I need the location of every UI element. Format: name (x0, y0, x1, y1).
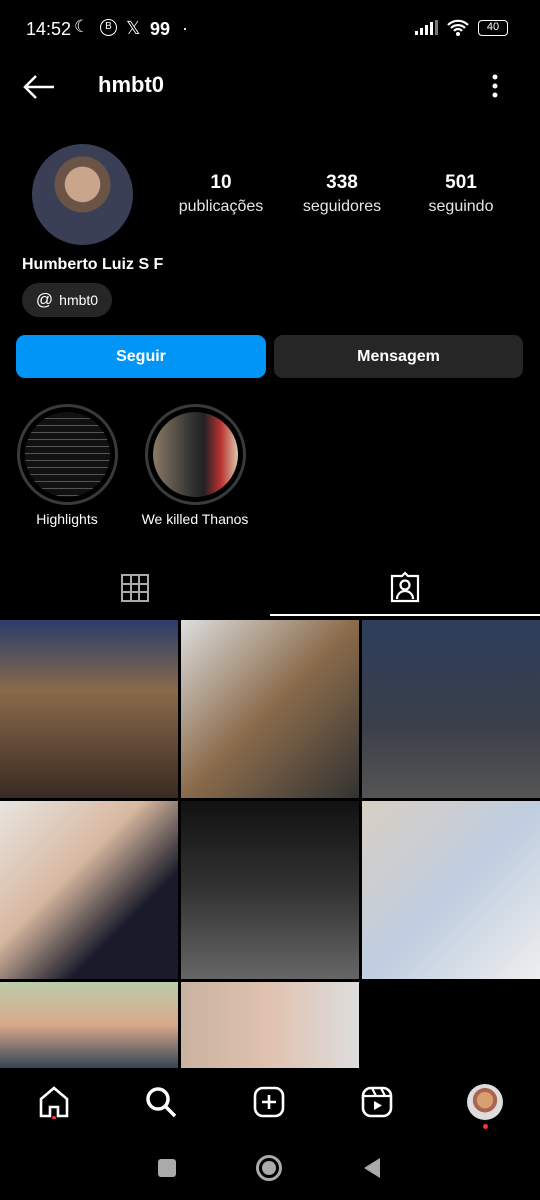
create-post-icon[interactable] (252, 1085, 286, 1119)
signal-icon (415, 20, 438, 35)
threads-badge[interactable]: @ hmbt0 (22, 283, 112, 317)
followers-label: seguidores (302, 198, 382, 215)
x-icon: 𝕏 (126, 18, 141, 38)
threads-handle: hmbt0 (59, 292, 99, 308)
highlight-label: Highlights (36, 511, 98, 527)
notification-dot (483, 1124, 489, 1129)
highlight-cover (25, 412, 110, 497)
highlight-cover (153, 412, 238, 497)
highlight-highlights[interactable] (17, 404, 118, 505)
back-arrow-icon[interactable] (22, 74, 56, 100)
home-icon[interactable] (37, 1085, 71, 1119)
followers-count: 338 (326, 172, 358, 193)
wifi-icon (447, 19, 469, 36)
more-options-icon[interactable] (488, 73, 502, 99)
posts-label: publicações (178, 198, 264, 215)
grid-post[interactable] (0, 801, 178, 979)
following-label: seguindo (428, 198, 494, 215)
highlight-label: We killed Thanos (141, 511, 249, 527)
threads-icon: @ (35, 290, 54, 309)
profile-avatar-nav[interactable] (467, 1084, 504, 1129)
grid-post[interactable] (0, 982, 178, 1068)
following-stat[interactable]: 501 seguindo (401, 172, 521, 216)
grid-post[interactable] (181, 620, 359, 798)
tab-tagged[interactable] (270, 560, 540, 616)
message-button[interactable]: Mensagem (274, 335, 523, 378)
notification-count: 99 (150, 19, 171, 39)
highlight-we-killed-thanos[interactable] (145, 404, 246, 505)
profile-username: hmbt0 (98, 72, 164, 97)
grid-post[interactable] (362, 801, 540, 979)
whatsapp-business-icon: B (100, 19, 117, 36)
system-navigation (0, 1136, 540, 1200)
grid-post[interactable] (0, 620, 178, 798)
battery-icon: 40 (478, 20, 508, 36)
grid-post[interactable] (181, 982, 359, 1068)
grid-icon (121, 574, 149, 602)
dot-icon: · (182, 18, 188, 38)
battery-level: 40 (486, 21, 500, 33)
reels-icon[interactable] (360, 1085, 394, 1119)
home-button[interactable] (256, 1155, 282, 1181)
follow-button[interactable]: Seguir (16, 335, 266, 378)
profile-name: Humberto Luiz S F (22, 256, 164, 273)
status-bar: 14:52 ☾ B 𝕏 99 · 40 (0, 0, 540, 56)
clock: 14:52 (26, 19, 72, 39)
search-icon[interactable] (144, 1085, 178, 1119)
grid-post[interactable] (181, 801, 359, 979)
followers-stat[interactable]: 338 seguidores (282, 172, 402, 216)
posts-count: 10 (210, 172, 232, 193)
avatar[interactable] (32, 144, 133, 245)
recents-button[interactable] (158, 1159, 176, 1177)
moon-icon: ☾ (74, 17, 90, 36)
grid-post[interactable] (362, 620, 540, 798)
following-count: 501 (445, 172, 477, 193)
back-button[interactable] (362, 1157, 382, 1179)
bottom-navigation (0, 1068, 540, 1136)
posts-stat[interactable]: 10 publicações (161, 172, 281, 216)
tab-posts-grid[interactable] (0, 560, 270, 616)
tagged-person-icon (390, 571, 420, 603)
